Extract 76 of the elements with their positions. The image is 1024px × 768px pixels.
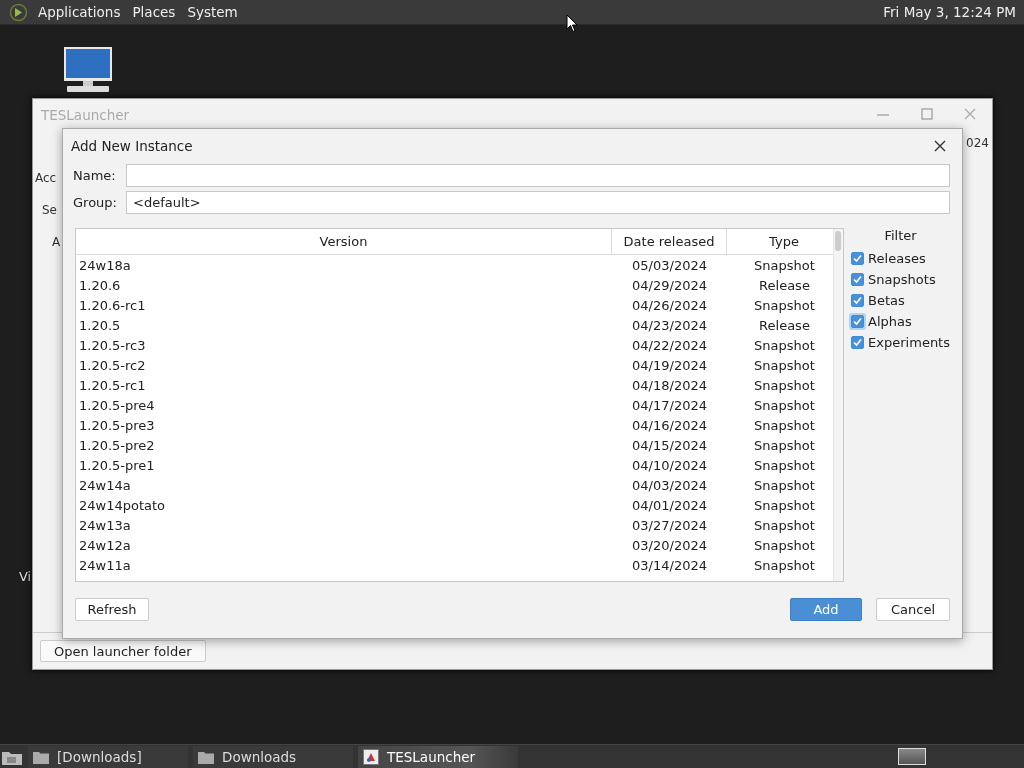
- table-cell-text: 03/14/2024: [631, 557, 708, 573]
- menu-item[interactable]: System: [181, 4, 244, 20]
- table-cell-text: 04/29/2024: [631, 277, 708, 293]
- taskbar-item[interactable]: TESLauncher: [358, 745, 518, 768]
- checkbox-label[interactable]: Betas: [868, 293, 905, 308]
- table-cell-text: 1.20.6: [78, 277, 122, 293]
- table-cell-text: 04/22/2024: [631, 337, 708, 353]
- checkbox-label[interactable]: Experiments: [868, 335, 950, 350]
- table-cell-text: Snapshot: [753, 517, 816, 533]
- table-cell-text: 1.20.5: [78, 317, 122, 333]
- table-cell-text: Snapshot: [753, 337, 816, 353]
- table-cell-text: 04/19/2024: [631, 357, 708, 373]
- table-cell-text: 1.20.5-pre4: [78, 397, 156, 413]
- table-cell-text: 1.20.6-rc1: [78, 297, 147, 313]
- table-cell-text: Snapshot: [753, 437, 816, 453]
- table-cell-text: Snapshot: [753, 357, 816, 373]
- menu-item[interactable]: Applications: [32, 4, 127, 20]
- table-cell-text: 04/23/2024: [631, 317, 708, 333]
- field-label: Name:: [73, 168, 117, 183]
- table-cell-text: Snapshot: [753, 497, 816, 513]
- table-cell-text: 04/17/2024: [631, 397, 708, 413]
- table-cell-text: 04/03/2024: [631, 477, 708, 493]
- table-cell-text: 1.20.5-pre2: [78, 437, 156, 453]
- dialog-button[interactable]: Refresh: [75, 598, 149, 621]
- field-label: Group:: [73, 195, 118, 210]
- table-cell-text: 24w14a: [78, 477, 132, 493]
- table-cell-text: 04/15/2024: [631, 437, 708, 453]
- filter-heading: Filter: [883, 228, 918, 245]
- table-cell-text: 03/27/2024: [631, 517, 708, 533]
- table-cell-text: Snapshot: [753, 537, 816, 553]
- table-cell-text: 04/16/2024: [631, 417, 708, 433]
- checkbox-label[interactable]: Alphas: [868, 314, 912, 329]
- field-label: A: [52, 235, 61, 249]
- table-cell-text: Snapshot: [753, 477, 816, 493]
- date-text: 024: [966, 136, 989, 150]
- table-cell-text: 04/18/2024: [631, 377, 708, 393]
- taskbar-item[interactable]: [Downloads]: [28, 745, 188, 768]
- desktop-icon-label: Vi: [19, 569, 32, 584]
- taskbar-item[interactable]: Downloads: [193, 745, 353, 768]
- dialog-button[interactable]: Cancel: [876, 598, 950, 621]
- table-cell-text: 24w18a: [78, 257, 132, 273]
- table-cell-text: 24w11a: [78, 557, 132, 573]
- table-cell-text: 03/20/2024: [631, 537, 708, 553]
- table-cell-text: 04/01/2024: [631, 497, 708, 513]
- input-field[interactable]: <default>: [126, 191, 950, 214]
- table-cell-text: 1.20.5-rc2: [78, 357, 147, 373]
- table-cell-text: Snapshot: [753, 457, 816, 473]
- window-title: TESLauncher: [41, 107, 130, 123]
- clock[interactable]: Fri May 3, 12:24 PM: [883, 4, 1024, 20]
- dialog-title: Add New Instance: [71, 137, 193, 154]
- table-cell-text: Snapshot: [753, 557, 816, 573]
- table-cell-text: 1.20.5-pre3: [78, 417, 156, 433]
- open-folder-button[interactable]: Open launcher folder: [40, 640, 206, 662]
- column-header[interactable]: Date released: [612, 229, 727, 254]
- table-cell-text: Snapshot: [753, 257, 816, 273]
- column-header[interactable]: Version: [76, 229, 612, 254]
- checkbox-label[interactable]: Releases: [868, 251, 926, 266]
- menu-item[interactable]: Places: [126, 4, 182, 20]
- table-cell-text: 1.20.5-rc3: [78, 337, 147, 353]
- table-cell-text: 05/03/2024: [631, 257, 708, 273]
- table-cell-text: 24w13a: [78, 517, 132, 533]
- table-cell-text: Release: [758, 317, 811, 333]
- field-label: Se: [42, 203, 57, 217]
- table-cell-text: 04/10/2024: [631, 457, 708, 473]
- table-cell-text: Snapshot: [753, 377, 816, 393]
- table-cell-text: Snapshot: [753, 297, 816, 313]
- table-cell-text: 04/26/2024: [631, 297, 708, 313]
- table-cell-text: Snapshot: [753, 397, 816, 413]
- table-cell-text: Release: [758, 277, 811, 293]
- table-cell-text: Snapshot: [753, 417, 816, 433]
- table-cell-text: 24w12a: [78, 537, 132, 553]
- table-cell-text: 1.20.5-pre1: [78, 457, 156, 473]
- table-cell-text: 24w14potato: [78, 497, 167, 513]
- table-cell-text: 1.20.5-rc1: [78, 377, 147, 393]
- field-label: Acc: [35, 171, 57, 185]
- checkbox-label[interactable]: Snapshots: [868, 272, 936, 287]
